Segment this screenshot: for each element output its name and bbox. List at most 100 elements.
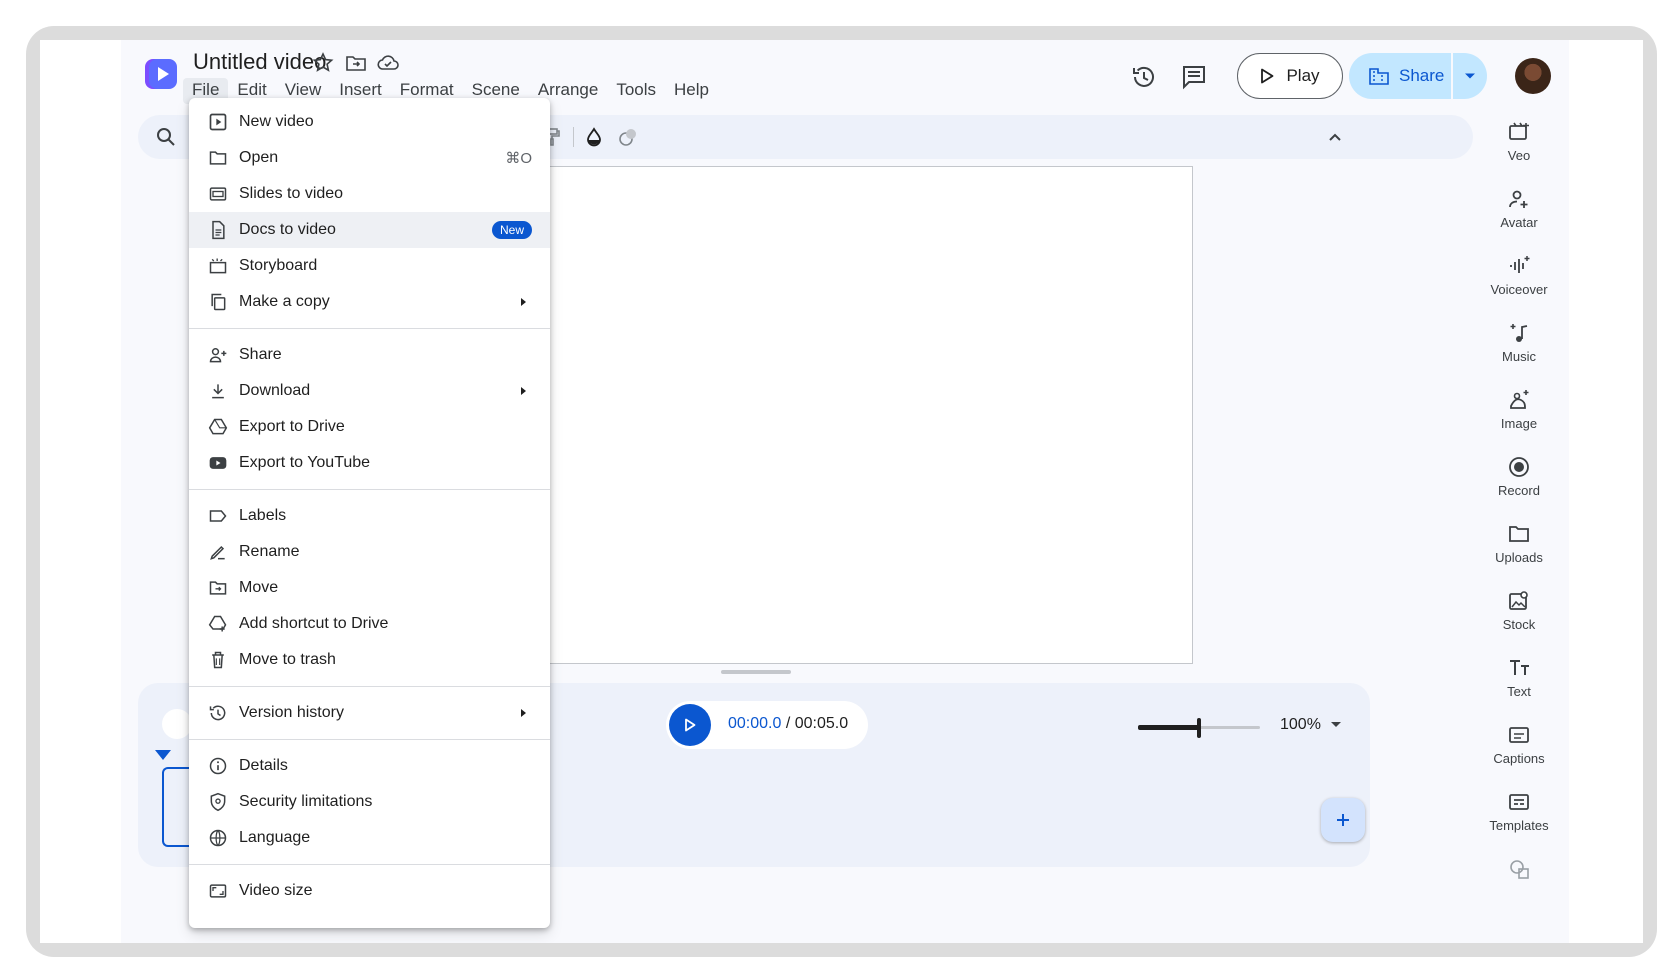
caret-down-icon (1465, 73, 1475, 79)
file-menu-item-version-history[interactable]: Version history (189, 695, 550, 731)
globe-icon (209, 829, 227, 847)
rail-item-record[interactable]: Record (1483, 455, 1555, 517)
menu-item-icon-wrap (207, 541, 229, 563)
file-menu-item-labels[interactable]: Labels (189, 498, 550, 534)
add-scene-button[interactable] (1321, 798, 1365, 842)
rail-item-shapes[interactable] (1483, 857, 1555, 919)
rail-item-avatar[interactable]: Avatar (1483, 187, 1555, 249)
image-spark-icon (1510, 390, 1529, 409)
music-icon (1510, 324, 1528, 342)
document-title[interactable]: Untitled video (193, 49, 326, 75)
menu-item-icon-wrap (207, 613, 229, 635)
file-menu-item-open[interactable]: Open ⌘O (189, 140, 550, 176)
version-history-icon[interactable] (1129, 62, 1159, 92)
trash-icon (212, 651, 224, 669)
menu-help[interactable]: Help (665, 78, 718, 104)
menu-item-icon-wrap (207, 255, 229, 277)
file-menu-item-slides-to-video[interactable]: Slides to video (189, 176, 550, 212)
playback-controls: 00:00.0 / 00:05.0 (666, 701, 868, 749)
resize-handle[interactable] (721, 670, 791, 674)
file-menu-item-make-a-copy[interactable]: Make a copy (189, 284, 550, 320)
timeline-toggle-button[interactable] (162, 709, 192, 739)
move-folder-icon[interactable] (344, 51, 368, 75)
file-menu-item-export-to-youtube[interactable]: Export to YouTube (189, 445, 550, 481)
zoom-select[interactable]: 100% (1280, 716, 1341, 734)
file-menu-item-security-limitations[interactable]: Security limitations (189, 784, 550, 820)
current-time: 00:00.0 (728, 715, 782, 732)
rail-item-captions[interactable]: Captions (1483, 723, 1555, 785)
rename-icon (210, 545, 225, 560)
total-time: 00:05.0 (794, 715, 849, 732)
file-menu-item-move[interactable]: Move (189, 570, 550, 606)
file-menu-item-export-to-drive[interactable]: Export to Drive (189, 409, 550, 445)
menu-item-label: Version history (239, 704, 344, 721)
menu-item-icon-wrap (207, 505, 229, 527)
share-options-button[interactable] (1453, 53, 1487, 99)
record-icon (1509, 457, 1529, 477)
menu-item-label: Export to YouTube (239, 454, 371, 471)
file-menu-item-docs-to-video[interactable]: Docs to video New (189, 212, 550, 248)
info-icon (209, 757, 227, 775)
menu-item-shortcut: ⌘O (505, 150, 532, 167)
rail-item-music[interactable]: Music (1483, 321, 1555, 383)
comments-icon[interactable] (1179, 62, 1209, 92)
new-badge: New (491, 221, 532, 239)
zoom-slider[interactable] (1138, 718, 1260, 738)
menu-item-label: Labels (239, 507, 287, 524)
menu-item-label: Export to Drive (239, 418, 345, 435)
star-icon[interactable] (311, 51, 335, 75)
rail-item-label: Text (1507, 684, 1531, 699)
share-button[interactable]: Share (1349, 53, 1453, 99)
doc-icon (212, 220, 225, 240)
folder-icon (209, 151, 227, 165)
shape-effects-icon[interactable] (616, 125, 640, 149)
rail-item-veo[interactable]: Veo (1483, 120, 1555, 182)
play-button[interactable]: Play (1237, 53, 1343, 99)
file-menu-item-video-size[interactable]: Video size (189, 873, 550, 909)
menu-item-icon-wrap (207, 219, 229, 241)
play-icon (1261, 68, 1274, 84)
text-icon (1510, 660, 1529, 675)
file-menu-item-move-to-trash[interactable]: Move to trash (189, 642, 550, 678)
file-menu-item-rename[interactable]: Rename (189, 534, 550, 570)
zoom-slider-handle[interactable] (1197, 718, 1201, 738)
rail-item-label: Uploads (1495, 550, 1543, 565)
video-canvas[interactable] (521, 166, 1193, 664)
play-icon (685, 718, 696, 732)
rail-item-stock[interactable]: Stock (1483, 589, 1555, 651)
cloud-saved-icon[interactable] (376, 51, 400, 75)
file-menu-item-details[interactable]: Details (189, 748, 550, 784)
rail-item-image[interactable]: Image (1483, 388, 1555, 450)
label-icon (209, 510, 227, 522)
search-icon[interactable] (154, 125, 178, 149)
menu-item-label: New video (239, 113, 314, 130)
menu-item-icon-wrap (207, 577, 229, 599)
file-menu-item-new-video[interactable]: New video (189, 104, 550, 140)
menu-item-icon-wrap (207, 147, 229, 169)
rail-item-label: Avatar (1500, 215, 1538, 230)
file-menu-dropdown: New video Open ⌘O Slides to video Docs to vi… (189, 98, 550, 928)
collapse-toolbar-icon[interactable] (1323, 125, 1347, 149)
file-menu-item-share[interactable]: Share (189, 337, 550, 373)
fill-color-icon[interactable] (582, 125, 606, 149)
slides-icon (209, 187, 227, 201)
menu-tools[interactable]: Tools (607, 78, 665, 104)
file-menu-item-storyboard[interactable]: Storyboard (189, 248, 550, 284)
rail-item-text[interactable]: Text (1483, 656, 1555, 718)
avatar-add-icon (1509, 190, 1528, 208)
rail-item-templates[interactable]: Templates (1483, 790, 1555, 852)
timeline-play-button[interactable] (669, 704, 711, 746)
menu-item-icon-wrap (207, 344, 229, 366)
file-menu-item-language[interactable]: Language (189, 820, 550, 856)
captions-icon (1509, 727, 1529, 743)
menu-item-icon-wrap (207, 827, 229, 849)
rail-item-label: Templates (1489, 818, 1549, 833)
avatar[interactable] (1515, 58, 1551, 94)
stock-image-icon (1509, 591, 1528, 610)
rail-item-uploads[interactable]: Uploads (1483, 522, 1555, 584)
file-menu-item-add-shortcut-to-drive[interactable]: Add shortcut to Drive (189, 606, 550, 642)
file-menu-item-download[interactable]: Download (189, 373, 550, 409)
rail-item-voiceover[interactable]: Voiceover (1483, 254, 1555, 316)
zoom-slider-fill (1138, 725, 1199, 730)
playhead-marker[interactable] (155, 750, 171, 760)
